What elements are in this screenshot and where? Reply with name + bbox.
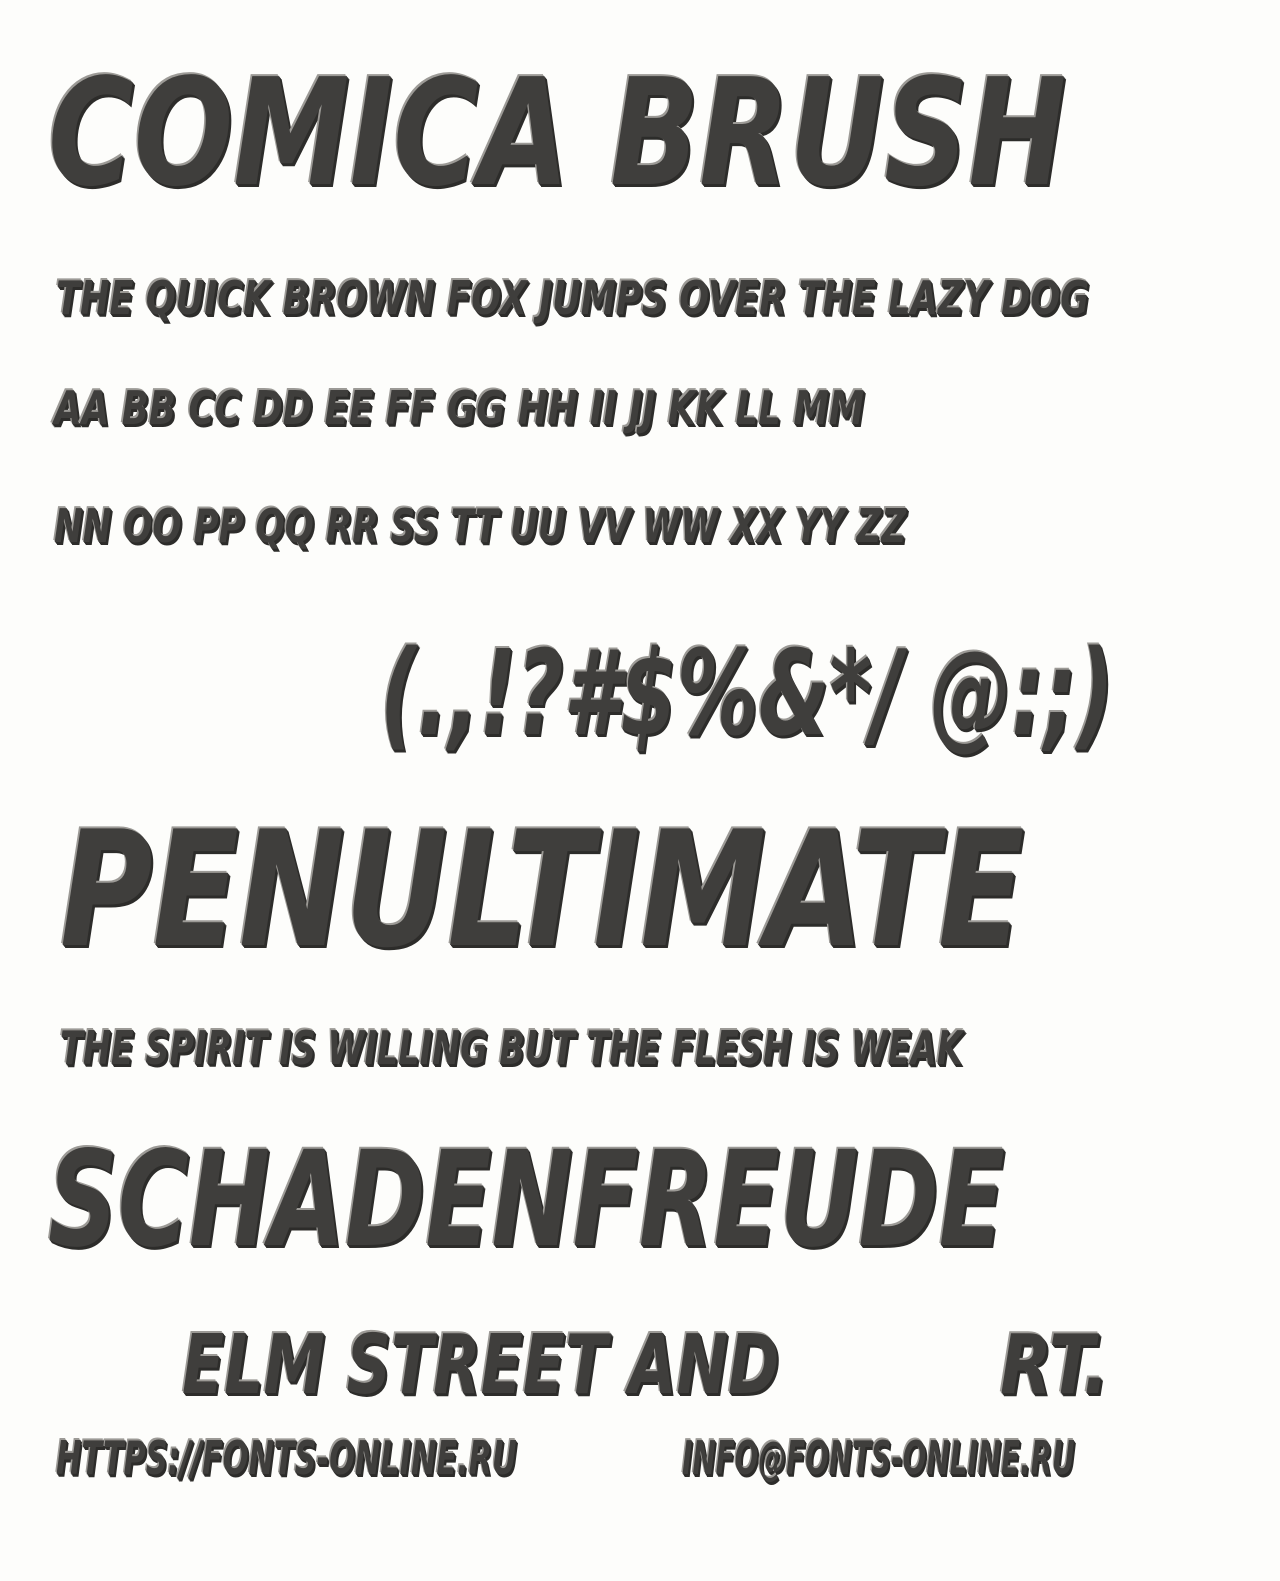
sample-word-penultimate: Penultimate <box>60 796 1025 983</box>
street-sample-part-2: Rt. <box>1000 1318 1109 1413</box>
symbols-sample: (.,!?#$%&*/ @:;) <box>380 624 1114 762</box>
font-title: Comica Brush <box>48 47 1067 219</box>
sample-phrase: The spirit is willing but the flesh is w… <box>60 1021 963 1075</box>
alphabet-line-2: Nn Oo Pp Qq Rr Ss Tt Uu Vv Ww Xx Yy Zz <box>54 499 907 553</box>
alphabet-line-1: Aa Bb Cc Dd Ee Ff Gg Hh Ii Jj Kk Ll Mm <box>54 381 865 435</box>
pangram-sample: The quick brown fox jumps over the lazy … <box>56 271 1090 325</box>
font-specimen: Comica Brush The quick brown fox jumps o… <box>0 0 1280 1581</box>
street-sample-part-1: Elm Street and <box>182 1318 780 1413</box>
website-text: https://fonts-online.ru <box>56 1431 517 1485</box>
sample-word-schadenfreude: Schadenfreude <box>48 1123 1005 1277</box>
email-text: info@fonts-online.ru <box>682 1431 1075 1485</box>
